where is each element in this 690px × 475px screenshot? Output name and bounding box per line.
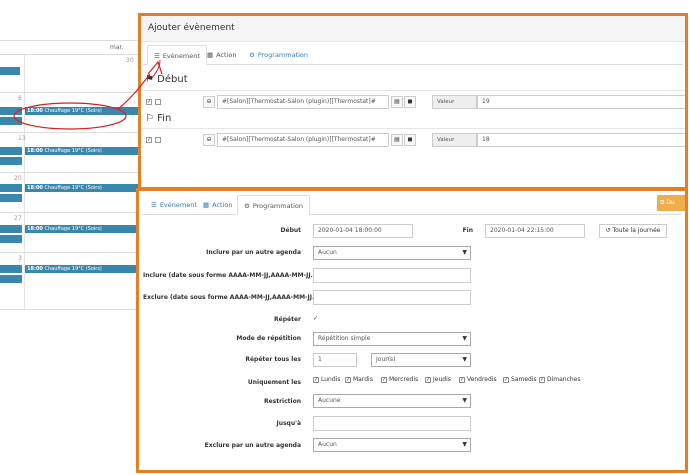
annotation-arrow-line <box>117 73 151 110</box>
red-annotation-overlay <box>13 59 163 130</box>
annotation-circle <box>13 102 127 130</box>
